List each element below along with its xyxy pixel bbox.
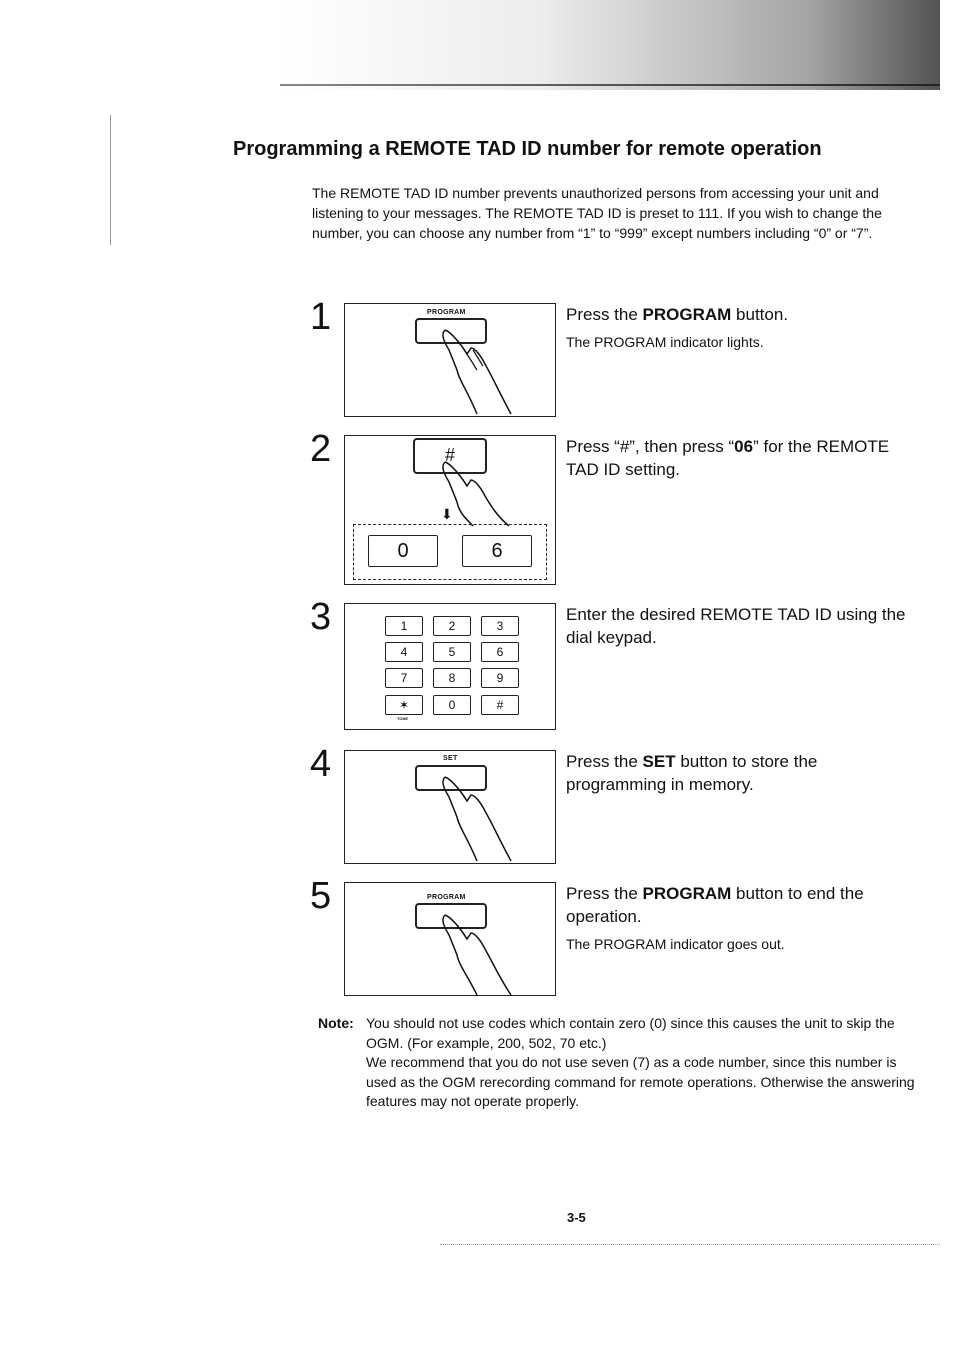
page-title: Programming a REMOTE TAD ID number for r… xyxy=(233,138,822,160)
note-line-2: We recommend that you do not use seven (… xyxy=(366,1054,915,1109)
page-number: 3-5 xyxy=(567,1210,586,1225)
tone-label: TONE xyxy=(397,716,409,721)
note-body: You should not use codes which contain z… xyxy=(366,1014,918,1112)
keypad-key: 0 xyxy=(433,695,471,715)
keypad-key: ✶ xyxy=(385,695,423,715)
header-rule xyxy=(280,84,940,86)
step-4-text: Press the SET button to store the progra… xyxy=(566,750,916,796)
step-number: 2 xyxy=(310,428,332,470)
key-0-figure: 0 xyxy=(368,535,438,567)
keypad-key: 6 xyxy=(481,642,519,662)
dashed-group: 0 6 xyxy=(353,524,547,580)
keypad-key: 9 xyxy=(481,668,519,688)
step-number: 5 xyxy=(310,875,332,917)
step-5-illustration: PROGRAM xyxy=(344,882,556,996)
step-result: The PROGRAM indicator lights. xyxy=(566,334,764,350)
step-instruction: Enter the desired REMOTE TAD ID using th… xyxy=(566,605,906,647)
note-block: Note: You should not use codes which con… xyxy=(318,1014,918,1112)
pointing-hand-icon xyxy=(442,329,512,415)
keypad-key: 2 xyxy=(433,616,471,636)
down-arrow-icon: ⬇ xyxy=(441,506,453,522)
step-instruction: Press the SET button to store the progra… xyxy=(566,752,818,794)
key-6-figure: 6 xyxy=(462,535,532,567)
step-number: 4 xyxy=(310,743,332,785)
step-instruction: Press the PROGRAM button. xyxy=(566,305,789,324)
step-5-text: Press the PROGRAM button to end the oper… xyxy=(566,882,916,952)
step-instruction: Press “#”, then press “06” for the REMOT… xyxy=(566,437,890,479)
step-2-text: Press “#”, then press “06” for the REMOT… xyxy=(566,435,916,481)
button-label: SET xyxy=(443,755,458,762)
step-number: 3 xyxy=(310,596,332,638)
scan-artifact-header-band xyxy=(280,0,940,90)
note-label: Note: xyxy=(318,1015,354,1031)
pointing-hand-icon xyxy=(442,914,512,995)
keypad-key: 3 xyxy=(481,616,519,636)
step-result: The PROGRAM indicator goes out. xyxy=(566,936,785,952)
step-3-keypad-illustration: 1 2 3 4 5 6 7 8 9 ✶ 0 # TONE xyxy=(344,603,556,730)
margin-scan-mark xyxy=(110,115,111,245)
step-1-text: Press the PROGRAM button. The PROGRAM in… xyxy=(566,303,916,350)
keypad-key: 7 xyxy=(385,668,423,688)
step-instruction: Press the PROGRAM button to end the oper… xyxy=(566,884,864,926)
keypad-key: # xyxy=(481,695,519,715)
button-label: PROGRAM xyxy=(427,894,466,901)
step-1-illustration: PROGRAM xyxy=(344,303,556,417)
step-3-text: Enter the desired REMOTE TAD ID using th… xyxy=(566,603,916,649)
step-2-illustration: # ⬇ 0 6 xyxy=(344,435,556,585)
note-line-1: You should not use codes which contain z… xyxy=(366,1015,895,1051)
intro-paragraph: The REMOTE TAD ID number prevents unauth… xyxy=(312,185,882,241)
keypad-key: 4 xyxy=(385,642,423,662)
keypad-key: 5 xyxy=(433,642,471,662)
button-label: PROGRAM xyxy=(427,309,466,316)
footer-rule xyxy=(440,1244,940,1245)
step-4-illustration: SET xyxy=(344,750,556,864)
step-number: 1 xyxy=(310,296,332,338)
keypad-key: 1 xyxy=(385,616,423,636)
pointing-hand-icon xyxy=(442,776,512,862)
keypad-key: 8 xyxy=(433,668,471,688)
